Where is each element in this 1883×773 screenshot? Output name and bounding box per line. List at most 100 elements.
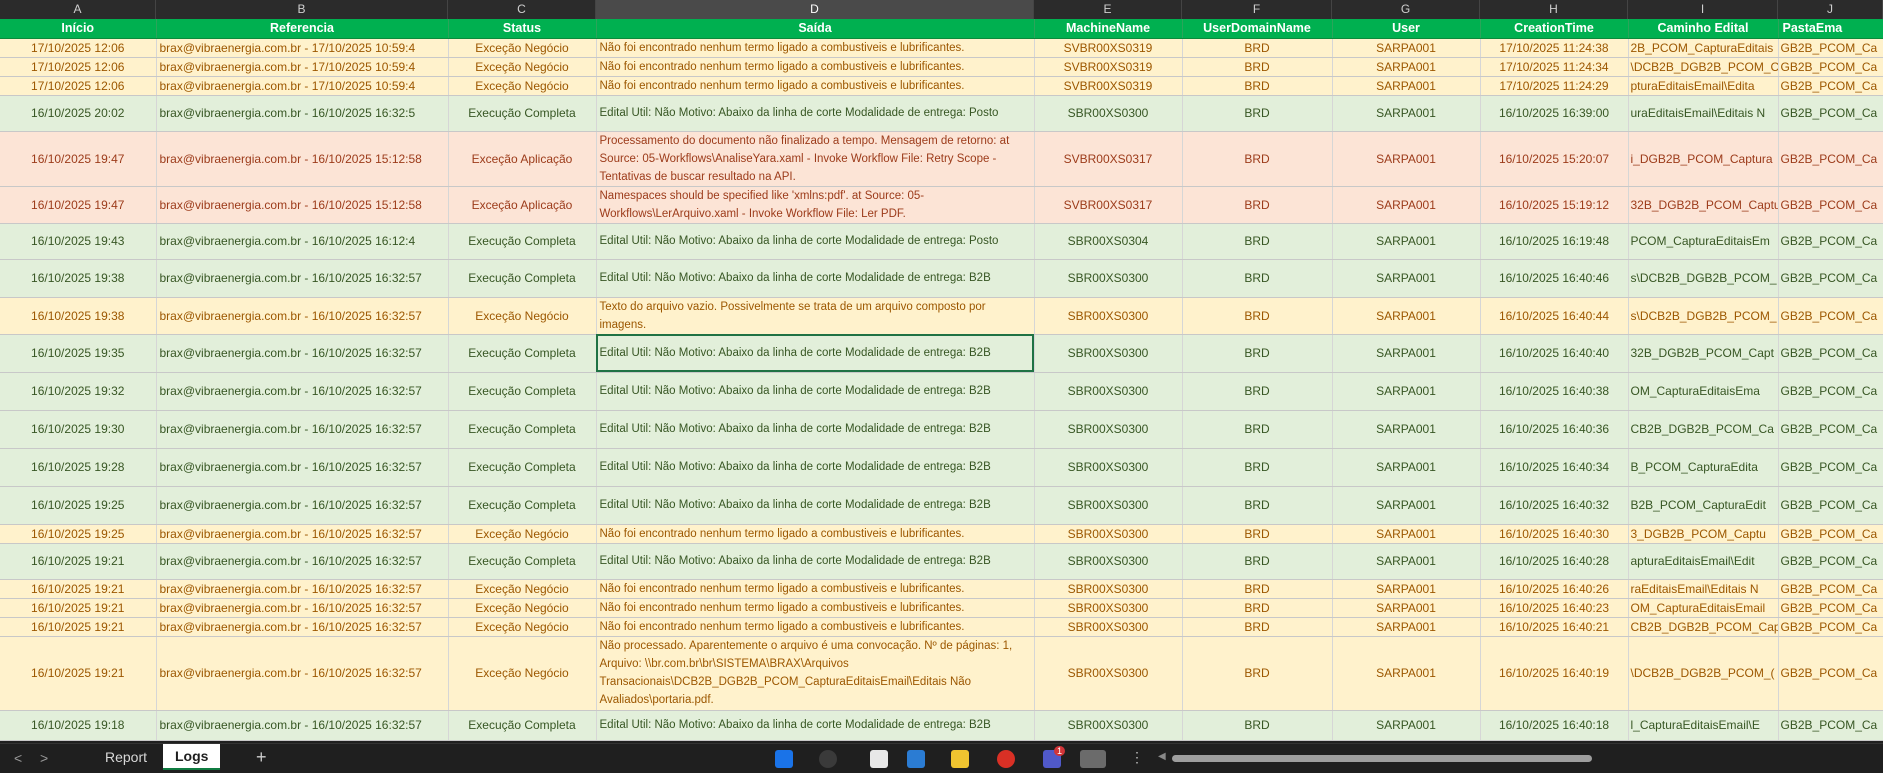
cell-userdomainname[interactable]: BRD (1182, 334, 1333, 373)
cell-userdomainname[interactable]: BRD (1182, 57, 1333, 77)
cell-saida[interactable]: Não foi encontrado nenhum termo ligado a… (596, 524, 1035, 544)
cell-user[interactable]: SARPA001 (1332, 95, 1481, 132)
cell-machinename[interactable]: SBR00XS0300 (1034, 410, 1183, 449)
cell-userdomainname[interactable]: BRD (1182, 598, 1333, 618)
cell-saida[interactable]: Edital Util: Não Motivo: Abaixo da linha… (596, 448, 1035, 487)
cell-user[interactable]: SARPA001 (1332, 710, 1481, 741)
cell-userdomainname[interactable]: BRD (1182, 710, 1333, 741)
cell-inicio[interactable]: 16/10/2025 19:21 (0, 579, 157, 599)
cell-caminho-edital[interactable]: l_CapturaEditaisEmail\E (1628, 710, 1779, 741)
cell-pastaemail[interactable]: GB2B_PCOM_Ca (1778, 543, 1883, 580)
cell-userdomainname[interactable]: BRD (1182, 38, 1333, 58)
tab-scroll-right-icon[interactable]: > (40, 750, 48, 766)
cell-saida[interactable]: Não foi encontrado nenhum termo ligado a… (596, 598, 1035, 618)
cell-machinename[interactable]: SBR00XS0300 (1034, 259, 1183, 298)
column-letter-i[interactable]: I (1628, 0, 1778, 19)
cell-status[interactable]: Execução Completa (448, 410, 597, 449)
cell-creationtime[interactable]: 16/10/2025 16:40:18 (1480, 710, 1629, 741)
cell-userdomainname[interactable]: BRD (1182, 95, 1333, 132)
cell-saida[interactable]: Edital Util: Não Motivo: Abaixo da linha… (596, 95, 1035, 132)
cell-user[interactable]: SARPA001 (1332, 579, 1481, 599)
cell-machinename[interactable]: SBR00XS0300 (1034, 448, 1183, 487)
cell-pastaemail[interactable]: GB2B_PCOM_Ca (1778, 636, 1883, 711)
cell-userdomainname[interactable]: BRD (1182, 297, 1333, 335)
cell-status[interactable]: Execução Completa (448, 372, 597, 411)
cell-userdomainname[interactable]: BRD (1182, 448, 1333, 487)
column-letter-a[interactable]: A (0, 0, 156, 19)
cell-saida[interactable]: Namespaces should be specified like 'xml… (596, 186, 1035, 224)
cell-pastaemail[interactable]: GB2B_PCOM_Ca (1778, 186, 1883, 224)
cell-inicio[interactable]: 16/10/2025 19:21 (0, 617, 157, 637)
cell-creationtime[interactable]: 16/10/2025 16:19:48 (1480, 223, 1629, 260)
column-letter-g[interactable]: G (1332, 0, 1480, 19)
cell-referencia[interactable]: brax@vibraenergia.com.br - 16/10/2025 16… (156, 710, 449, 741)
cell-user[interactable]: SARPA001 (1332, 617, 1481, 637)
windows-start-icon[interactable] (775, 750, 793, 768)
cell-userdomainname[interactable]: BRD (1182, 410, 1333, 449)
cell-saida[interactable]: Edital Util: Não Motivo: Abaixo da linha… (596, 710, 1035, 741)
cell-pastaemail[interactable]: GB2B_PCOM_Ca (1778, 372, 1883, 411)
cell-saida[interactable]: Edital Util: Não Motivo: Abaixo da linha… (596, 259, 1035, 298)
cell-caminho-edital[interactable]: B_PCOM_CapturaEdita (1628, 448, 1779, 487)
cell-caminho-edital[interactable]: 32B_DGB2B_PCOM_Capt (1628, 334, 1779, 373)
cell-creationtime[interactable]: 16/10/2025 16:40:26 (1480, 579, 1629, 599)
cell-caminho-edital[interactable]: OM_CapturaEditaisEmail (1628, 598, 1779, 618)
cell-referencia[interactable]: brax@vibraenergia.com.br - 16/10/2025 16… (156, 95, 449, 132)
cell-userdomainname[interactable]: BRD (1182, 223, 1333, 260)
column-letter-e[interactable]: E (1034, 0, 1182, 19)
header-status[interactable]: Status (448, 19, 597, 39)
cell-userdomainname[interactable]: BRD (1182, 259, 1333, 298)
cell-status[interactable]: Exceção Negócio (448, 297, 597, 335)
cell-inicio[interactable]: 16/10/2025 19:18 (0, 710, 157, 741)
cell-referencia[interactable]: brax@vibraenergia.com.br - 16/10/2025 16… (156, 524, 449, 544)
cell-user[interactable]: SARPA001 (1332, 131, 1481, 187)
cell-pastaemail[interactable]: GB2B_PCOM_Ca (1778, 710, 1883, 741)
tab-report[interactable]: Report (93, 744, 159, 770)
cell-userdomainname[interactable]: BRD (1182, 543, 1333, 580)
cell-inicio[interactable]: 16/10/2025 19:21 (0, 636, 157, 711)
header-machinename[interactable]: MachineName (1034, 19, 1183, 39)
cell-user[interactable]: SARPA001 (1332, 76, 1481, 96)
scrollbar-thumb[interactable] (1172, 755, 1592, 762)
cell-caminho-edital[interactable]: raEditaisEmail\Editais N (1628, 579, 1779, 599)
cell-user[interactable]: SARPA001 (1332, 598, 1481, 618)
cell-caminho-edital[interactable]: uraEditaisEmail\Editais N (1628, 95, 1779, 132)
cell-inicio[interactable]: 16/10/2025 19:21 (0, 598, 157, 618)
cell-userdomainname[interactable]: BRD (1182, 636, 1333, 711)
cell-user[interactable]: SARPA001 (1332, 543, 1481, 580)
cell-referencia[interactable]: brax@vibraenergia.com.br - 17/10/2025 10… (156, 57, 449, 77)
cell-creationtime[interactable]: 16/10/2025 16:40:46 (1480, 259, 1629, 298)
cell-referencia[interactable]: brax@vibraenergia.com.br - 17/10/2025 10… (156, 38, 449, 58)
cell-inicio[interactable]: 16/10/2025 19:28 (0, 448, 157, 487)
column-letter-h[interactable]: H (1480, 0, 1628, 19)
add-sheet-icon[interactable]: + (256, 747, 267, 768)
cell-machinename[interactable]: SBR00XS0300 (1034, 636, 1183, 711)
cell-creationtime[interactable]: 16/10/2025 16:40:21 (1480, 617, 1629, 637)
cell-machinename[interactable]: SVBR00XS0319 (1034, 57, 1183, 77)
cell-inicio[interactable]: 17/10/2025 12:06 (0, 57, 157, 77)
cell-pastaemail[interactable]: GB2B_PCOM_Ca (1778, 524, 1883, 544)
cell-pastaemail[interactable]: GB2B_PCOM_Ca (1778, 598, 1883, 618)
cell-pastaemail[interactable]: GB2B_PCOM_Ca (1778, 131, 1883, 187)
cell-machinename[interactable]: SBR00XS0300 (1034, 598, 1183, 618)
column-letter-f[interactable]: F (1182, 0, 1332, 19)
cell-user[interactable]: SARPA001 (1332, 372, 1481, 411)
cell-saida[interactable]: Não foi encontrado nenhum termo ligado a… (596, 579, 1035, 599)
cell-inicio[interactable]: 16/10/2025 19:25 (0, 486, 157, 525)
cell-machinename[interactable]: SVBR00XS0319 (1034, 38, 1183, 58)
cell-user[interactable]: SARPA001 (1332, 334, 1481, 373)
cell-referencia[interactable]: brax@vibraenergia.com.br - 16/10/2025 16… (156, 223, 449, 260)
cell-userdomainname[interactable]: BRD (1182, 524, 1333, 544)
cell-caminho-edital[interactable]: CB2B_DGB2B_PCOM_Ca (1628, 410, 1779, 449)
cell-caminho-edital[interactable]: pturaEditaisEmail\Edita (1628, 76, 1779, 96)
cell-creationtime[interactable]: 17/10/2025 11:24:29 (1480, 76, 1629, 96)
header-user[interactable]: User (1332, 19, 1481, 39)
edge-browser-icon[interactable] (907, 750, 925, 768)
cell-status[interactable]: Exceção Negócio (448, 579, 597, 599)
cell-caminho-edital[interactable]: s\DCB2B_DGB2B_PCOM_ (1628, 259, 1779, 298)
cell-saida[interactable]: Não foi encontrado nenhum termo ligado a… (596, 617, 1035, 637)
cell-caminho-edital[interactable]: OM_CapturaEditaisEma (1628, 372, 1779, 411)
cell-referencia[interactable]: brax@vibraenergia.com.br - 16/10/2025 16… (156, 486, 449, 525)
cell-user[interactable]: SARPA001 (1332, 636, 1481, 711)
cell-pastaemail[interactable]: GB2B_PCOM_Ca (1778, 410, 1883, 449)
